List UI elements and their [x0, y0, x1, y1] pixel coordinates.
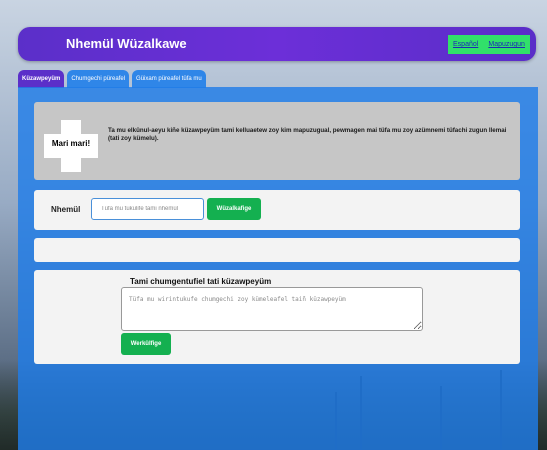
- name-label: Nhemül: [51, 205, 81, 214]
- name-input[interactable]: [91, 198, 204, 220]
- puzzle-icon: Mari mari!: [44, 120, 98, 172]
- lang-link-mapuzugun[interactable]: Mapuzugun: [488, 41, 525, 48]
- comment-card: Tami chumgentufiel tati küzawpeyüm Werkü…: [34, 270, 520, 364]
- tab-kuzawpeyum[interactable]: Küzawpeyüm: [18, 70, 65, 88]
- welcome-badge: Mari mari!: [51, 139, 91, 148]
- welcome-card: Mari mari! Ta mu elkünul-aeyu kiñe küzaw…: [34, 102, 520, 180]
- comment-textarea[interactable]: [121, 287, 423, 331]
- app-header: Nhemül Wüzalkawe Español Mapuzugun: [18, 27, 536, 61]
- name-form-card: Nhemül Wüzalkafige: [34, 190, 520, 230]
- tab-bar: Küzawpeyüm Chumgechi püreafel Güixam pür…: [18, 70, 209, 88]
- app-title: Nhemül Wüzalkawe: [66, 36, 187, 51]
- send-comment-button[interactable]: Werkülfige: [121, 333, 171, 355]
- comment-title: Tami chumgentufiel tati küzawpeyüm: [130, 277, 272, 286]
- tab-guixam-pureafel[interactable]: Güixam püreafel tüfa mu: [132, 70, 206, 88]
- greet-button[interactable]: Wüzalkafige: [207, 198, 261, 220]
- welcome-message: Ta mu elkünul-aeyu kiñe küzawpeyüm tami …: [108, 127, 507, 142]
- tab-chumgechi-pureafel[interactable]: Chumgechi püreafel: [67, 70, 130, 88]
- language-switcher: Español Mapuzugun: [448, 35, 530, 54]
- greeting-output: [34, 238, 520, 262]
- lang-link-espanol[interactable]: Español: [453, 41, 478, 48]
